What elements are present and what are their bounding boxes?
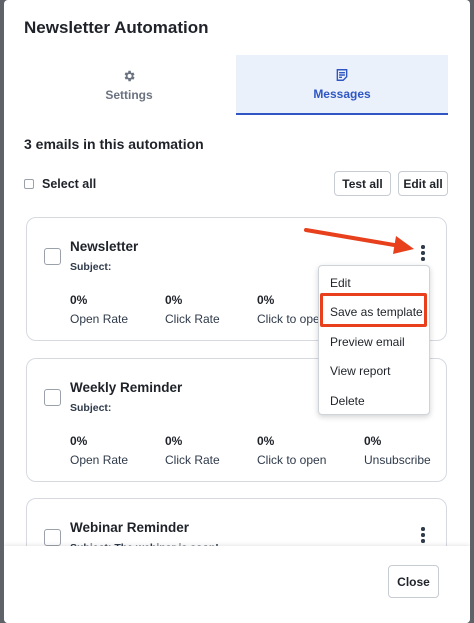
email-count: 3 emails in this automation [24,136,204,152]
automation-modal: Newsletter Automation Settings Messages … [4,0,470,623]
email-name: Weekly Reminder [70,380,183,395]
stat-unsubscribe: 0% Unsubscribe [364,434,431,467]
menu-item-view-report[interactable]: View report [330,364,390,378]
tab-settings-label: Settings [105,87,153,102]
modal-footer: Close [4,546,470,623]
email-subject: Subject: [70,402,112,414]
email-checkbox[interactable] [44,529,61,546]
menu-item-delete[interactable]: Delete [330,394,365,408]
stat-click-to-open: 0% Click to ope [257,293,320,326]
select-all-checkbox[interactable] [24,179,34,189]
menu-item-edit[interactable]: Edit [330,276,351,290]
stat-click-rate: 0% Click Rate [165,434,220,467]
email-name: Newsletter [70,239,139,254]
test-all-button[interactable]: Test all [334,171,391,196]
tab-messages-label: Messages [313,86,371,101]
annotation-arrow-icon [304,228,414,254]
stat-open-rate: 0% Open Rate [70,434,129,467]
email-checkbox[interactable] [44,248,61,265]
edit-all-button[interactable]: Edit all [398,171,448,196]
email-options-menu: Edit Save as template Preview email View… [318,265,430,415]
tab-messages[interactable]: Messages [236,55,448,115]
email-name: Webinar Reminder [70,520,190,535]
email-checkbox[interactable] [44,389,61,406]
email-subject: Subject: [70,261,112,273]
stat-open-rate: 0% Open Rate [70,293,129,326]
modal-title: Newsletter Automation [24,18,209,37]
select-all-label: Select all [42,177,97,191]
stat-click-to-open: 0% Click to open [257,434,327,467]
gear-icon [124,70,135,81]
document-icon [336,68,348,81]
stat-click-rate: 0% Click Rate [165,293,220,326]
more-options-icon[interactable] [418,527,428,545]
menu-item-preview-email[interactable]: Preview email [330,335,405,349]
tab-settings[interactable]: Settings [24,55,234,115]
close-button[interactable]: Close [388,565,439,598]
select-all[interactable]: Select all [24,177,96,191]
annotation-highlight-box [320,293,427,327]
tab-bar: Settings Messages [4,55,470,115]
